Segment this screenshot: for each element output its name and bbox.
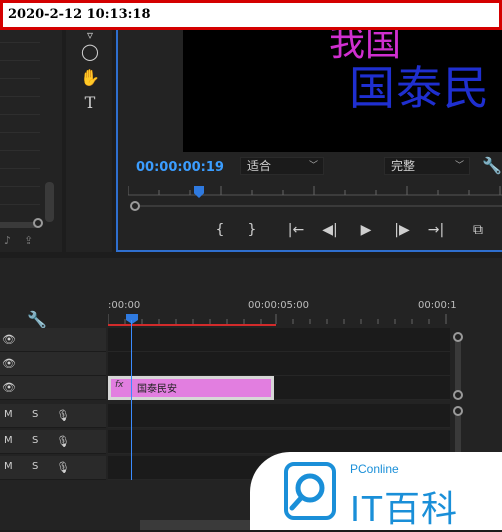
play-icon[interactable]: ▶	[356, 222, 376, 238]
step-forward-icon[interactable]: |▶	[392, 222, 412, 238]
mark-in-icon[interactable]: {	[210, 222, 230, 238]
scroll-knob[interactable]	[453, 406, 463, 416]
timeline-time-mid: 00:00:05:00	[248, 300, 310, 311]
mute-button[interactable]: M	[4, 435, 13, 446]
mark-out-icon[interactable]: }	[242, 222, 262, 238]
video-track-3[interactable]	[108, 328, 450, 352]
export-frame-icon[interactable]: ⧉	[468, 222, 488, 238]
video-track-header-3[interactable]: 👁	[0, 328, 106, 352]
watermark-title: IT百科	[350, 488, 458, 529]
magnifier-logo-icon	[284, 462, 336, 520]
music-icon[interactable]: ♪	[4, 234, 11, 247]
video-track-2[interactable]	[108, 352, 450, 376]
scroll-knob[interactable]	[453, 390, 463, 400]
eye-icon[interactable]: 👁	[2, 381, 16, 394]
timeline-work-area-bar[interactable]	[108, 324, 276, 326]
monitor-time-ruler[interactable]	[128, 184, 502, 196]
video-track-header-2[interactable]: 👁	[0, 352, 106, 376]
audio-track-header-1[interactable]: M S 🎙	[0, 404, 106, 428]
timestamp-label: 2020-2-12 10:13:18	[0, 0, 502, 30]
program-video-frame: 我国 国泰民	[183, 30, 502, 152]
timeline-settings-wrench-icon[interactable]: 🔧	[27, 310, 47, 329]
hand-tool-icon[interactable]: ✋	[80, 68, 100, 87]
export-icon[interactable]: ⇪	[24, 234, 33, 247]
chevron-down-icon: ﹀	[454, 161, 464, 171]
video-title-main: 国泰民	[349, 61, 490, 115]
step-back-icon[interactable]: ◀|	[320, 222, 340, 238]
watermark-brand: PConline	[350, 462, 399, 476]
video-tracks-scrollbar[interactable]	[455, 338, 461, 392]
timeline-time-ruler[interactable]	[108, 314, 458, 324]
audio-track-header-2[interactable]: M S 🎙	[0, 430, 106, 454]
quality-dropdown-value: 完整	[391, 159, 416, 173]
go-to-in-icon[interactable]: |←	[286, 222, 306, 238]
microphone-icon[interactable]: 🎙	[56, 435, 70, 448]
monitor-zoom-knob[interactable]	[130, 201, 140, 211]
mute-button[interactable]: M	[4, 409, 13, 420]
playhead-timecode[interactable]: 00:00:00:19	[136, 160, 224, 175]
pconline-watermark: PConline IT百科	[250, 452, 502, 530]
project-scrollbar[interactable]	[45, 182, 54, 222]
zoom-dropdown-value: 适合	[247, 159, 272, 173]
pen-tool-icon[interactable]: ▿	[80, 28, 100, 42]
timeline-time-end: 00:00:1	[418, 300, 457, 311]
chevron-down-icon: ﹀	[308, 161, 318, 171]
eye-icon[interactable]: 👁	[2, 357, 16, 370]
monitor-settings-wrench-icon[interactable]: 🔧	[482, 156, 502, 175]
solo-button[interactable]: S	[32, 435, 38, 446]
zoom-dropdown[interactable]: 适合 ﹀	[240, 157, 324, 175]
title-clip[interactable]: fx 国泰民安	[108, 376, 274, 400]
ellipse-tool-icon[interactable]: ◯	[80, 42, 100, 61]
timeline-playhead-line	[131, 320, 132, 480]
microphone-icon[interactable]: 🎙	[56, 409, 70, 422]
mute-button[interactable]: M	[4, 461, 13, 472]
tools-panel: ▿ ◯ ✋ T	[66, 28, 112, 252]
quality-dropdown[interactable]: 完整 ﹀	[384, 157, 470, 175]
fx-badge: fx	[115, 380, 124, 390]
project-zoom-knob[interactable]	[33, 218, 43, 228]
scroll-knob[interactable]	[453, 332, 463, 342]
monitor-zoom-scrollbar[interactable]	[134, 205, 502, 207]
timeline-time-start: :00:00	[108, 300, 141, 311]
audio-track-header-3[interactable]: M S 🎙	[0, 456, 106, 480]
microphone-icon[interactable]: 🎙	[56, 461, 70, 474]
solo-button[interactable]: S	[32, 461, 38, 472]
solo-button[interactable]: S	[32, 409, 38, 420]
audio-track-1[interactable]	[108, 404, 450, 428]
eye-icon[interactable]: 👁	[2, 333, 16, 346]
clip-label: 国泰民安	[137, 384, 177, 395]
go-to-out-icon[interactable]: →|	[426, 222, 446, 238]
audio-track-2[interactable]	[108, 430, 450, 454]
type-tool-icon[interactable]: T	[80, 93, 100, 112]
video-track-header-1[interactable]: 👁	[0, 376, 106, 400]
